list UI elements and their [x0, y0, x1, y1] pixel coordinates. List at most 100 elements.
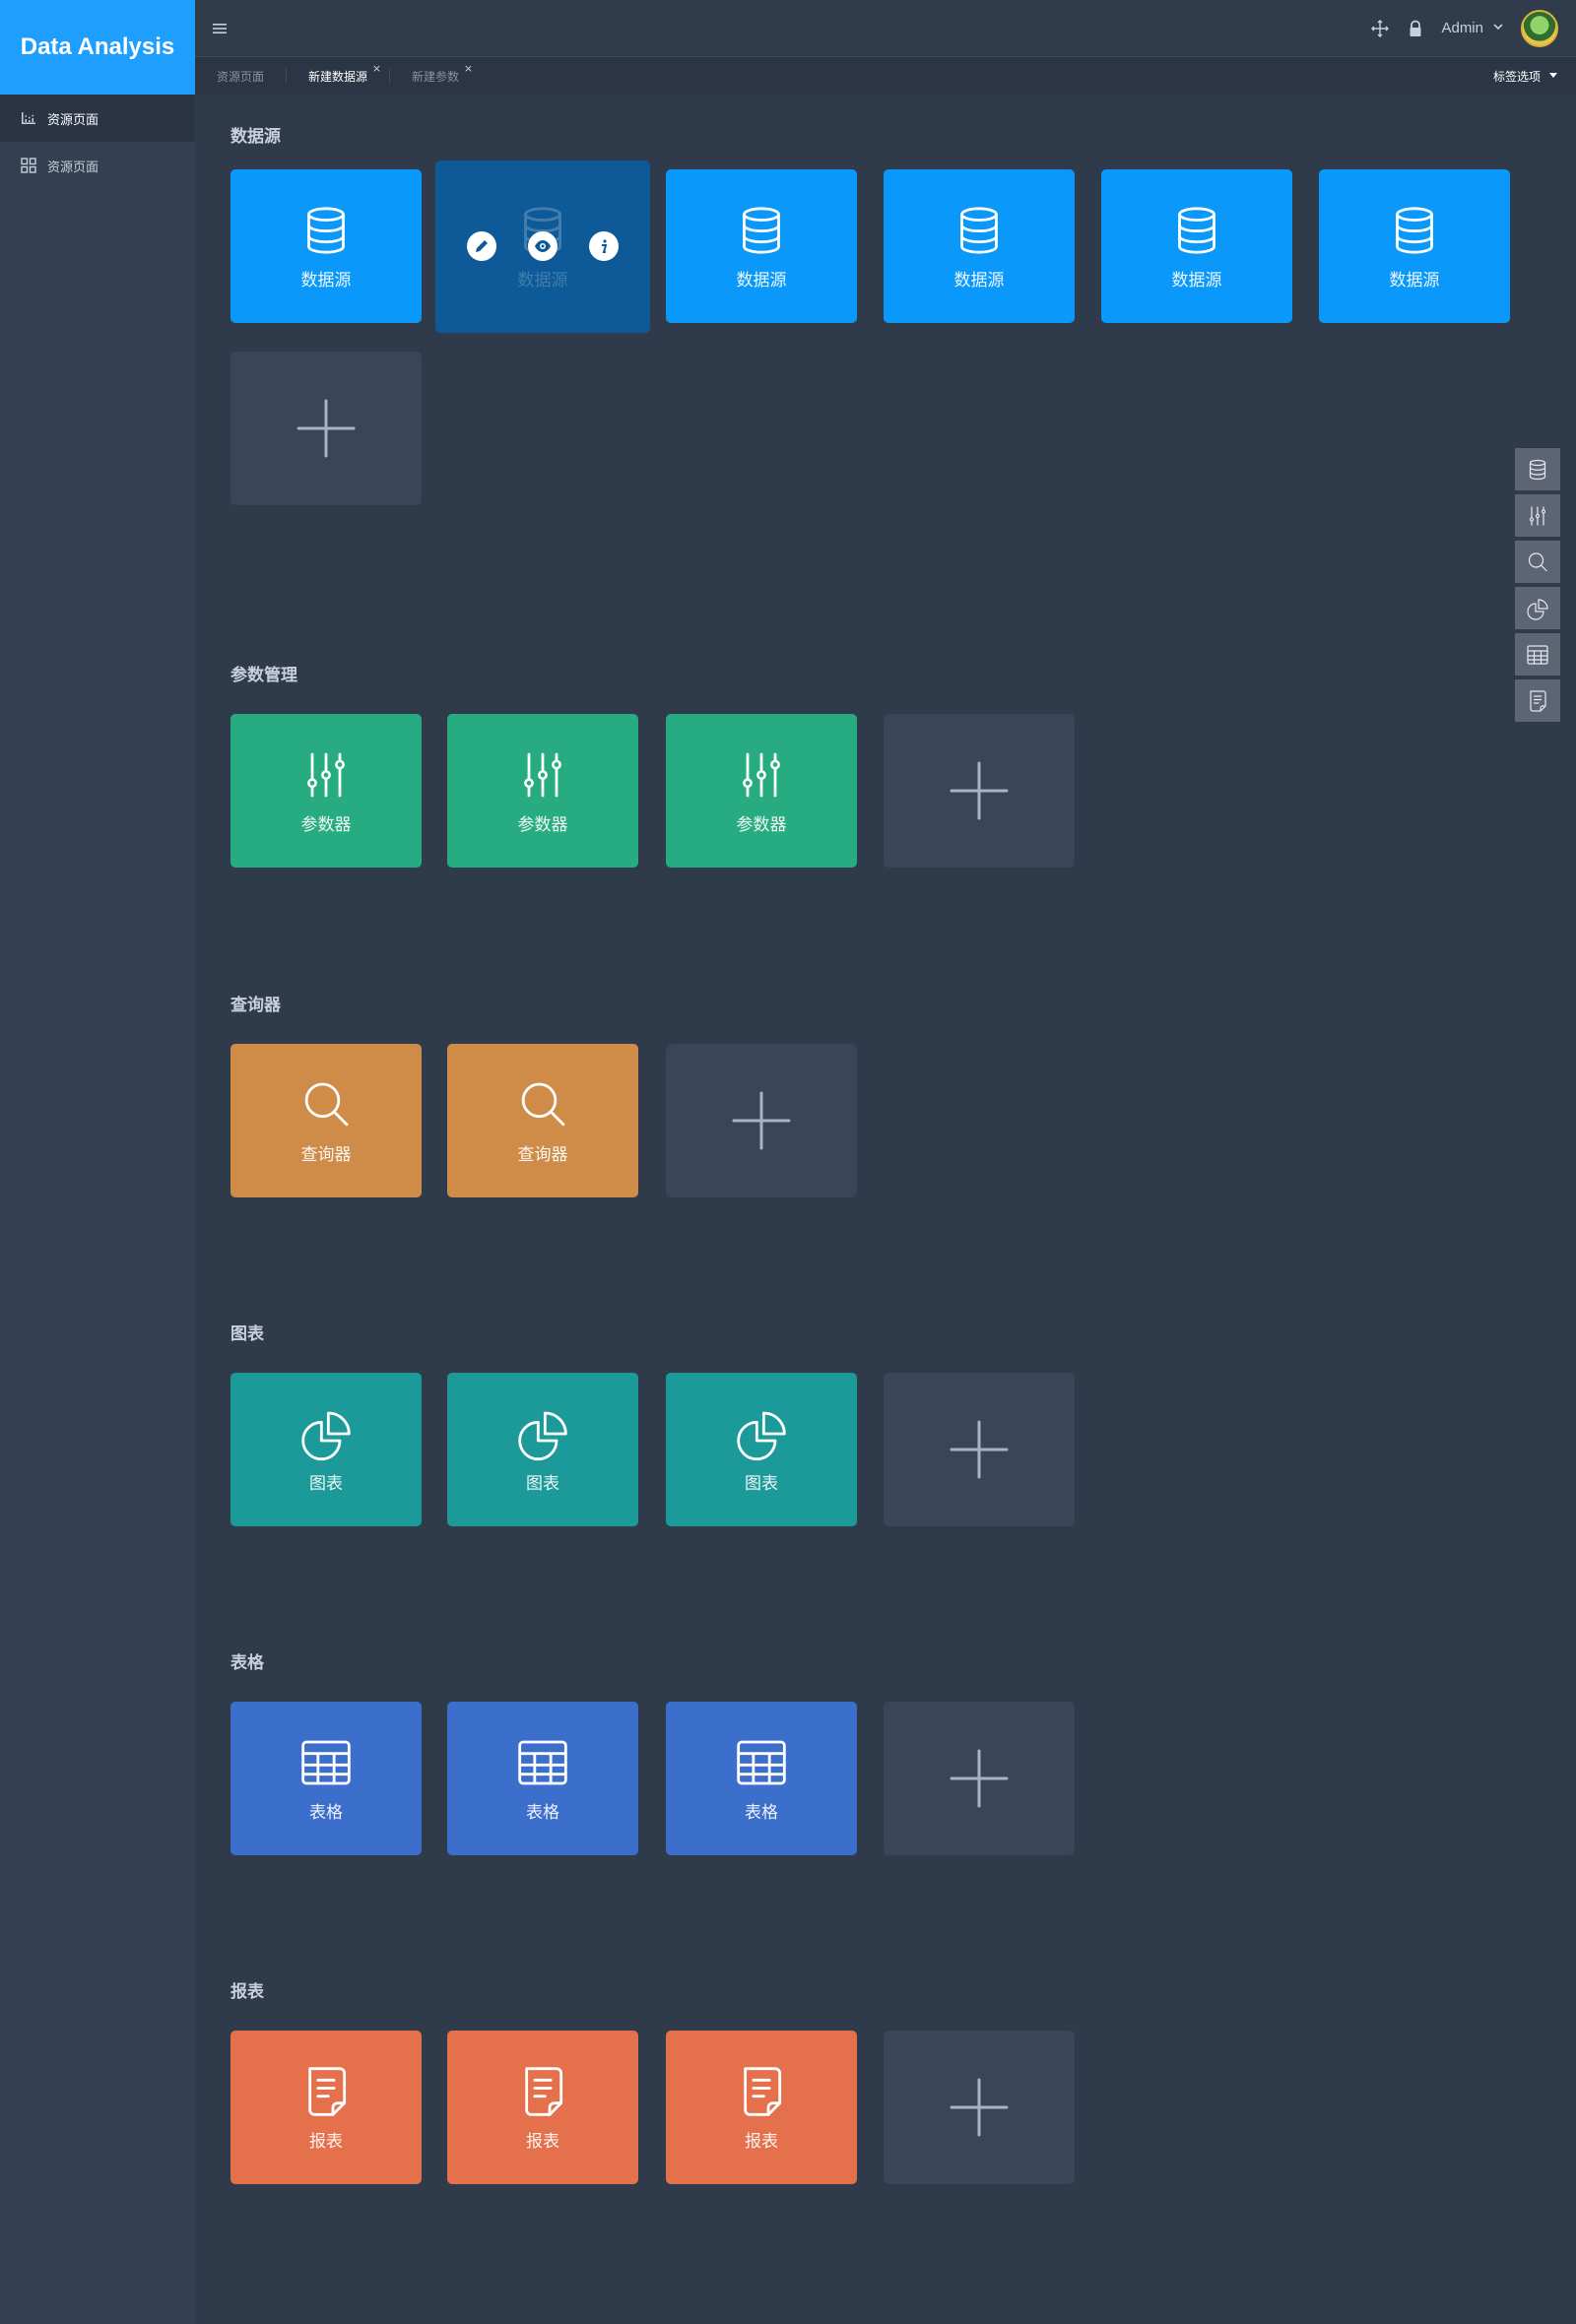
- card-label: 查询器: [300, 1144, 352, 1165]
- card-label: 图表: [745, 1473, 778, 1494]
- sliders-icon: [1526, 504, 1549, 528]
- card-label: 报表: [526, 2131, 559, 2152]
- search-icon: [1526, 550, 1549, 574]
- resource-card[interactable]: 报表: [666, 2031, 857, 2184]
- tab-options-label: 标签选项: [1492, 69, 1541, 84]
- floating-database-button[interactable]: [1515, 448, 1560, 490]
- resource-card[interactable]: 数据源: [884, 169, 1075, 323]
- tab-new-param[interactable]: 新建参数 ×: [390, 62, 481, 84]
- tab-label: 资源页面: [217, 69, 265, 84]
- report-icon: [734, 2064, 789, 2119]
- resource-card[interactable]: 查询器: [230, 1044, 422, 1197]
- sliders-icon: [298, 747, 354, 803]
- close-icon[interactable]: ×: [372, 62, 381, 75]
- card-label: 报表: [309, 2131, 343, 2152]
- tab-new-datasource[interactable]: 新建数据源 ×: [287, 62, 391, 84]
- card-label: 参数器: [300, 814, 352, 835]
- info-icon[interactable]: [589, 231, 619, 261]
- resource-card[interactable]: 数据源: [435, 161, 650, 333]
- card-label: 图表: [309, 1473, 343, 1494]
- plus-icon: [730, 1089, 793, 1152]
- table-icon: [1526, 643, 1549, 667]
- resource-card[interactable]: 数据源: [1101, 169, 1292, 323]
- plus-icon: [948, 759, 1011, 822]
- resource-card[interactable]: 图表: [447, 1373, 638, 1526]
- card-label: 数据源: [953, 270, 1005, 290]
- floating-search-button[interactable]: [1515, 541, 1560, 583]
- card-label: 数据源: [300, 270, 352, 290]
- resource-card[interactable]: 参数器: [230, 714, 422, 868]
- lock-icon[interactable]: [1406, 19, 1425, 38]
- resource-card[interactable]: 数据源: [230, 169, 422, 323]
- chevron-down-icon: [1491, 20, 1505, 37]
- tab-resources[interactable]: 资源页面: [195, 68, 288, 84]
- database-icon: [734, 203, 789, 258]
- card-label: 报表: [745, 2131, 778, 2152]
- card-label: 图表: [526, 1473, 559, 1494]
- table-icon: [298, 1735, 354, 1790]
- section-title: 表格: [230, 1653, 264, 1673]
- tab-label: 新建数据源: [308, 69, 368, 84]
- add-card-button[interactable]: [884, 1373, 1075, 1526]
- resource-card[interactable]: 报表: [447, 2031, 638, 2184]
- tabs-bar: 资源页面 新建数据源 × 新建参数 × 标签选项: [195, 57, 1576, 95]
- add-card-button[interactable]: [884, 714, 1075, 868]
- database-icon: [298, 203, 354, 258]
- add-card-button[interactable]: [884, 2031, 1075, 2184]
- resource-card[interactable]: 数据源: [666, 169, 857, 323]
- plus-icon: [948, 1747, 1011, 1810]
- table-icon: [515, 1735, 570, 1790]
- plus-icon: [948, 2076, 1011, 2139]
- move-icon[interactable]: [1370, 19, 1390, 38]
- app-logo: Data Analysis: [0, 0, 195, 95]
- resource-card[interactable]: 报表: [230, 2031, 422, 2184]
- avatar[interactable]: [1521, 9, 1558, 47]
- section-title: 参数管理: [230, 666, 297, 685]
- add-card-button[interactable]: [666, 1044, 857, 1197]
- database-icon: [952, 203, 1007, 258]
- section-title: 查询器: [230, 996, 281, 1015]
- card-hover-actions: [467, 231, 619, 261]
- resource-card[interactable]: 图表: [666, 1373, 857, 1526]
- resource-card[interactable]: 表格: [666, 1702, 857, 1855]
- top-header: Admin: [195, 0, 1576, 57]
- floating-sliders-button[interactable]: [1515, 494, 1560, 537]
- add-card-button[interactable]: [884, 1702, 1075, 1855]
- report-icon: [1526, 689, 1549, 713]
- resource-card[interactable]: 查询器: [447, 1044, 638, 1197]
- resource-card[interactable]: 表格: [447, 1702, 638, 1855]
- edit-icon[interactable]: [467, 231, 496, 261]
- view-icon[interactable]: [528, 231, 558, 261]
- card-label: 查询器: [517, 1144, 568, 1165]
- card-label: 表格: [745, 1802, 778, 1823]
- add-card-button[interactable]: [230, 352, 422, 505]
- pie-chart-icon: [515, 1406, 570, 1461]
- floating-table-button[interactable]: [1515, 633, 1560, 676]
- resource-card[interactable]: 表格: [230, 1702, 422, 1855]
- grid-icon: [20, 157, 37, 174]
- resource-card[interactable]: 参数器: [447, 714, 638, 868]
- sliders-icon: [734, 747, 789, 803]
- pie-chart-icon: [1526, 597, 1549, 620]
- floating-report-button[interactable]: [1515, 679, 1560, 722]
- search-icon: [298, 1077, 354, 1132]
- sidebar-item-resources[interactable]: 资源页面: [0, 95, 195, 142]
- database-icon: [1526, 458, 1549, 482]
- sidebar-item-resources-2[interactable]: 资源页面: [0, 142, 195, 189]
- card-label: 数据源: [736, 270, 787, 290]
- close-icon[interactable]: ×: [464, 62, 473, 75]
- tab-label: 新建参数: [412, 69, 460, 84]
- tab-options-dropdown[interactable]: 标签选项: [1493, 68, 1558, 85]
- username: Admin: [1441, 20, 1483, 36]
- menu-icon[interactable]: [211, 20, 229, 37]
- pie-chart-icon: [298, 1406, 354, 1461]
- user-menu[interactable]: Admin: [1441, 20, 1505, 37]
- sidebar-item-label: 资源页面: [47, 160, 99, 175]
- resource-card[interactable]: 参数器: [666, 714, 857, 868]
- card-label: 数据源: [1389, 270, 1440, 290]
- resource-card[interactable]: 数据源: [1319, 169, 1510, 323]
- sliders-icon: [515, 747, 570, 803]
- main-content: 数据源 数据源 数据源 数据源 数据源 数据源 数据源 参数管理 参数器 参数器 参数器 查询器 查询器…: [195, 95, 1576, 2324]
- floating-pie-chart-button[interactable]: [1515, 587, 1560, 629]
- resource-card[interactable]: 图表: [230, 1373, 422, 1526]
